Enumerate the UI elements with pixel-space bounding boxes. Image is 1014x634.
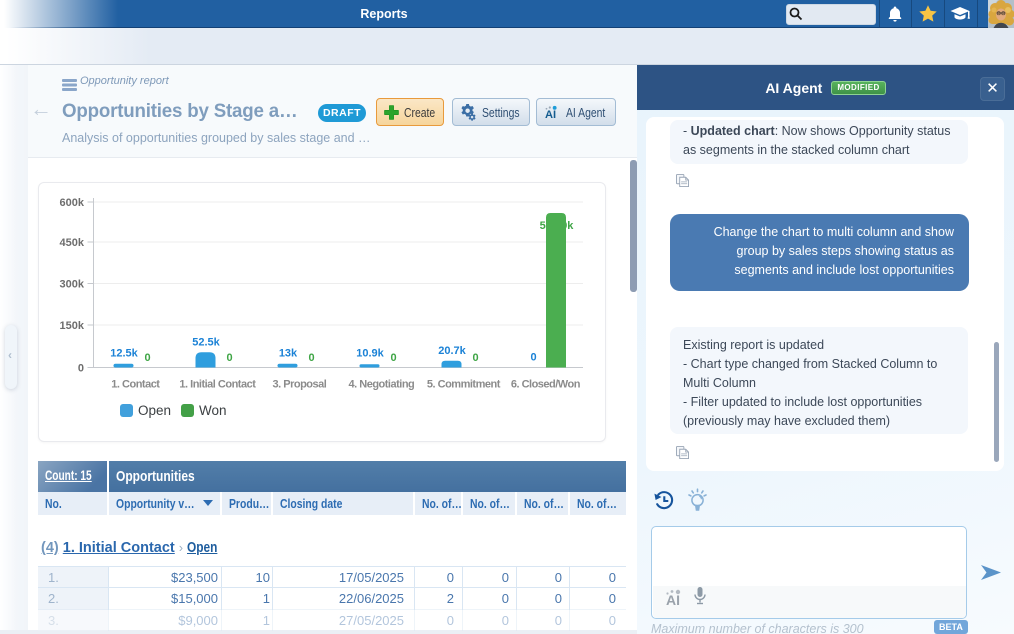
svg-text:Won: Won xyxy=(199,403,227,418)
svg-text:300k: 300k xyxy=(60,279,85,291)
svg-text:12.5k: 12.5k xyxy=(110,348,138,360)
svg-text:0: 0 xyxy=(472,352,478,364)
svg-text:AI: AI xyxy=(545,109,556,121)
svg-text:1. Initial Contact: 1. Initial Contact xyxy=(179,379,256,391)
svg-text:4. Negotiating: 4. Negotiating xyxy=(349,379,415,391)
svg-text:Open: Open xyxy=(138,403,171,418)
svg-text:0: 0 xyxy=(78,363,84,375)
svg-text:0: 0 xyxy=(226,352,232,364)
svg-text:1. Contact: 1. Contact xyxy=(111,379,160,391)
svg-text:20.7k: 20.7k xyxy=(438,345,466,357)
svg-text:5. Commitment: 5. Commitment xyxy=(427,379,501,391)
svg-text:450k: 450k xyxy=(60,237,85,249)
svg-text:6. Closed/Won: 6. Closed/Won xyxy=(511,379,581,391)
svg-text:3. Proposal: 3. Proposal xyxy=(273,379,327,391)
svg-text:13k: 13k xyxy=(279,348,298,360)
svg-text:600k: 600k xyxy=(60,197,85,209)
svg-text:10.9k: 10.9k xyxy=(356,348,384,360)
svg-text:52.5k: 52.5k xyxy=(192,337,220,349)
svg-text:150k: 150k xyxy=(60,320,85,332)
svg-text:0: 0 xyxy=(144,352,150,364)
svg-text:0: 0 xyxy=(390,352,396,364)
svg-text:0: 0 xyxy=(308,352,314,364)
svg-text:0: 0 xyxy=(530,352,536,364)
